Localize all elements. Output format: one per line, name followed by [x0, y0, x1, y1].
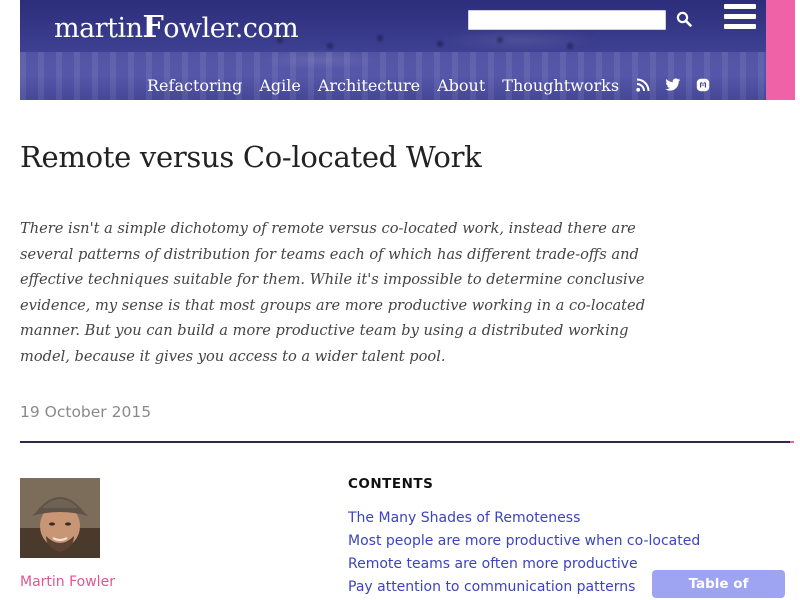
table-of-contents-button[interactable]: Table of Contents [652, 570, 785, 598]
search-input[interactable] [468, 10, 666, 30]
list-item: Most people are more productive when co-… [348, 530, 700, 553]
logo-f: F [142, 10, 164, 45]
nav-item-agile[interactable]: Agile [259, 76, 301, 95]
search-icon[interactable] [676, 11, 692, 27]
social-icons [636, 78, 710, 92]
page-title: Remote versus Co-located Work [20, 140, 482, 174]
author-avatar[interactable] [20, 478, 100, 558]
nav-item-refactoring[interactable]: Refactoring [147, 76, 242, 95]
toc-list: The Many Shades of Remoteness Most peopl… [348, 507, 700, 599]
main-nav: Refactoring Agile Architecture About Tho… [147, 74, 710, 96]
list-item: The Many Shades of Remoteness [348, 507, 700, 530]
publication-date: 19 October 2015 [20, 403, 152, 421]
logo-suffix: owler.com [163, 13, 299, 44]
nav-item-thoughtworks[interactable]: Thoughtworks [502, 76, 619, 95]
mastodon-icon[interactable] [696, 78, 710, 92]
site-logo[interactable]: martinFowler.com [54, 10, 299, 45]
hamburger-menu-icon[interactable] [724, 4, 758, 32]
author-name-link[interactable]: Martin Fowler [20, 574, 115, 590]
toc-link-co-located[interactable]: Most people are more productive when co-… [348, 533, 700, 549]
list-item: Remote teams are often more productive [348, 553, 700, 576]
header-accent-strip [766, 0, 795, 100]
rss-icon[interactable] [636, 78, 650, 92]
toc-link-many-shades[interactable]: The Many Shades of Remoteness [348, 510, 580, 526]
author-photo [20, 478, 100, 558]
contents-heading: CONTENTS [348, 476, 434, 492]
toc-link-remote-teams[interactable]: Remote teams are often more productive [348, 556, 638, 572]
nav-item-about[interactable]: About [437, 76, 485, 95]
twitter-icon[interactable] [665, 78, 681, 92]
list-item: Pay attention to communication patterns [348, 576, 700, 599]
toc-link-communication[interactable]: Pay attention to communication patterns [348, 579, 635, 595]
article-abstract: There isn't a simple dichotomy of remote… [20, 220, 646, 365]
section-divider [20, 441, 794, 443]
header-banner: martinFowler.com Refactoring Agile Archi… [20, 0, 766, 100]
logo-prefix: martin [54, 13, 143, 44]
nav-item-architecture[interactable]: Architecture [318, 76, 420, 95]
